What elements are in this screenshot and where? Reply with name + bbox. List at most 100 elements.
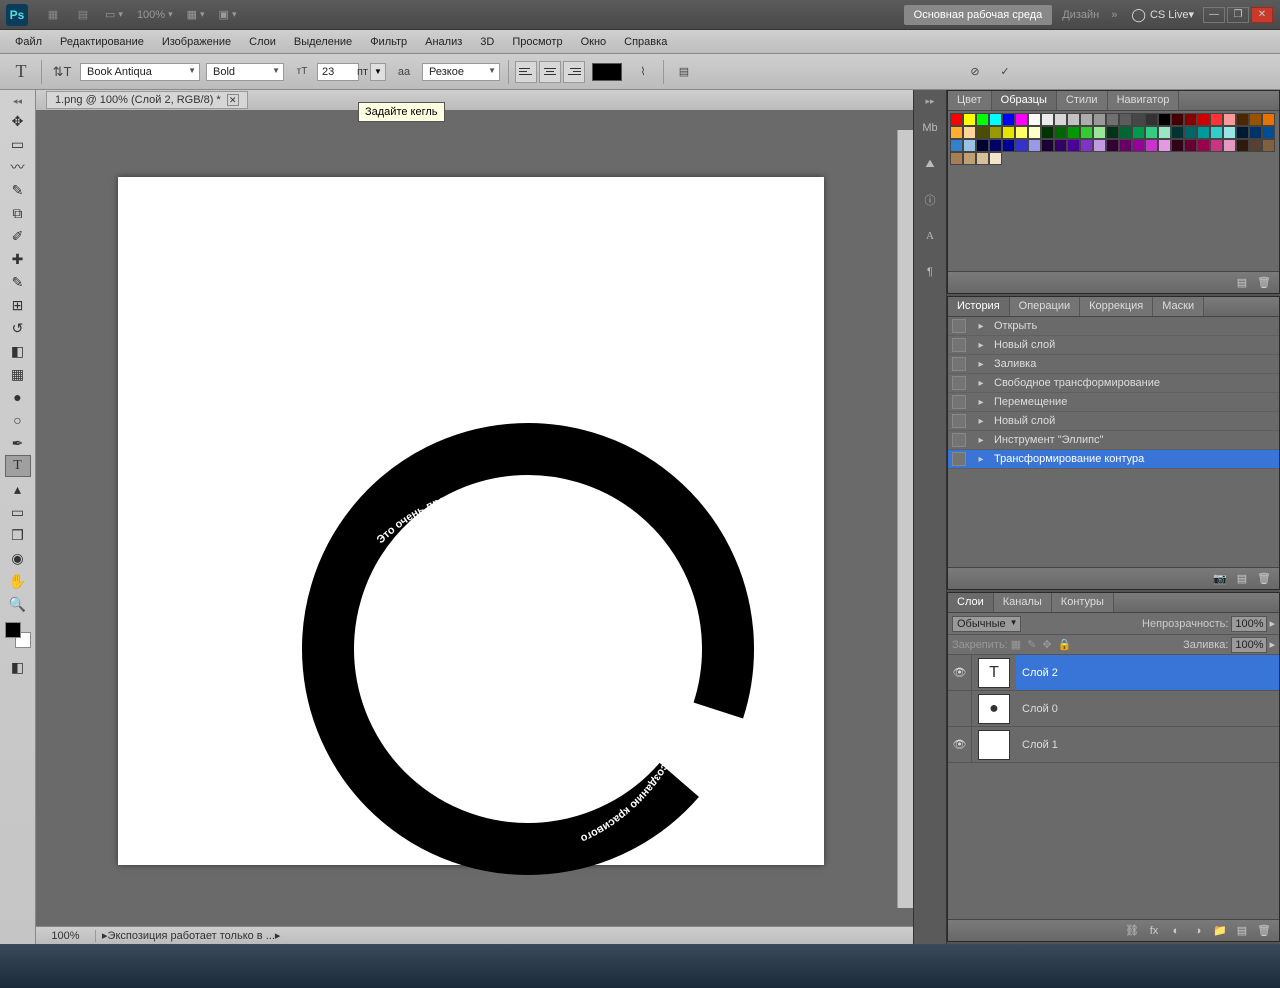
workspace-design-label[interactable]: Дизайн (1062, 9, 1099, 21)
swatch[interactable] (963, 113, 976, 126)
layer-visibility-icon[interactable] (948, 691, 972, 727)
swatch[interactable] (963, 139, 976, 152)
swatch[interactable] (1210, 113, 1223, 126)
layer-link-icon[interactable]: ⛓ (1123, 923, 1141, 939)
zoom-level-dropdown[interactable]: 100% (133, 7, 177, 23)
layer-visibility-icon[interactable]: 👁 (948, 655, 972, 691)
layer-name[interactable]: Слой 0 (1016, 691, 1279, 726)
text-tool-preset-icon[interactable]: T (8, 59, 34, 85)
history-new-icon[interactable]: ▤ (1233, 571, 1251, 587)
quick-mask-icon[interactable]: ◧ (5, 656, 31, 678)
swatch[interactable] (989, 113, 1002, 126)
swatch[interactable] (1041, 113, 1054, 126)
document-tab[interactable]: 1.png @ 100% (Слой 2, RGB/8) * ✕ (46, 91, 248, 109)
gradient-tool[interactable]: ▦ (5, 363, 31, 385)
swatch[interactable] (1093, 113, 1106, 126)
menu-view[interactable]: Просмотр (503, 33, 571, 51)
os-taskbar[interactable] (0, 944, 1280, 988)
crop-tool[interactable]: ⧉ (5, 202, 31, 224)
swatch[interactable] (1054, 139, 1067, 152)
layer-name[interactable]: Слой 1 (1016, 727, 1279, 762)
swatch[interactable] (1015, 126, 1028, 139)
font-size-dropdown-button[interactable]: ▼ (370, 63, 386, 81)
text-orientation-icon[interactable]: ⇅T (49, 59, 75, 85)
warp-text-icon[interactable]: ⌇ (630, 59, 656, 85)
swatch[interactable] (976, 139, 989, 152)
foreground-color-swatch[interactable] (5, 622, 21, 638)
swatch[interactable] (1145, 139, 1158, 152)
swatch[interactable] (1080, 139, 1093, 152)
3d-tool[interactable]: ❒ (5, 524, 31, 546)
circular-text-path[interactable]: Это очень простой и полезный прием, кото… (288, 409, 768, 889)
shape-tool[interactable]: ▭ (5, 501, 31, 523)
swatch[interactable] (1054, 113, 1067, 126)
path-select-tool[interactable]: ▴ (5, 478, 31, 500)
history-brush-tool[interactable]: ↺ (5, 317, 31, 339)
swatch[interactable] (1158, 126, 1171, 139)
blend-mode-dropdown[interactable]: Обычные (952, 616, 1021, 632)
swatches-grid[interactable] (950, 113, 1277, 165)
menu-image[interactable]: Изображение (153, 33, 240, 51)
swatch[interactable] (1184, 126, 1197, 139)
layer-row[interactable]: ●Слой 0 (948, 691, 1279, 727)
swatch[interactable] (1041, 139, 1054, 152)
swatch[interactable] (1119, 139, 1132, 152)
swatch[interactable] (1067, 139, 1080, 152)
blur-tool[interactable]: ● (5, 386, 31, 408)
tab-styles[interactable]: Стили (1057, 91, 1108, 110)
delete-swatch-icon[interactable]: 🗑 (1255, 275, 1273, 291)
status-info[interactable]: ▸ Экспозиция работает только в ... ▸ (96, 929, 286, 942)
swatch[interactable] (1106, 139, 1119, 152)
swatch[interactable] (1067, 113, 1080, 126)
tab-swatches[interactable]: Образцы (992, 91, 1057, 110)
swatch[interactable] (1262, 113, 1275, 126)
menu-select[interactable]: Выделение (285, 33, 361, 51)
swatch[interactable] (1249, 139, 1262, 152)
menu-3d[interactable]: 3D (471, 33, 503, 51)
close-button[interactable]: ✕ (1251, 7, 1273, 23)
lock-all-icon[interactable]: 🔒 (1058, 638, 1072, 651)
cs-live-button[interactable]: CS Live ▾ (1131, 7, 1194, 23)
brush-tool[interactable]: ✎ (5, 271, 31, 293)
menu-edit[interactable]: Редактирование (51, 33, 153, 51)
layer-row[interactable]: 👁Слой 1 (948, 727, 1279, 763)
menu-layers[interactable]: Слои (240, 33, 285, 51)
swatch[interactable] (1106, 113, 1119, 126)
swatch[interactable] (1262, 126, 1275, 139)
history-item[interactable]: ▸Заливка (948, 355, 1279, 374)
swatch[interactable] (1262, 139, 1275, 152)
3d-camera-tool[interactable]: ◉ (5, 547, 31, 569)
font-style-dropdown[interactable]: Bold (206, 63, 284, 81)
lock-pixels-icon[interactable]: ✎ (1027, 638, 1036, 651)
swatch[interactable] (1171, 139, 1184, 152)
swatch[interactable] (976, 152, 989, 165)
opacity-input[interactable]: 100% (1231, 616, 1267, 632)
hand-tool[interactable]: ✋ (5, 570, 31, 592)
history-item[interactable]: ▸Свободное трансформирование (948, 374, 1279, 393)
info-panel-icon[interactable]: ⓘ (917, 187, 943, 213)
swatch[interactable] (1145, 113, 1158, 126)
zoom-tool[interactable]: 🔍 (5, 593, 31, 615)
history-item[interactable]: ▸Инструмент "Эллипс" (948, 431, 1279, 450)
swatch[interactable] (1210, 139, 1223, 152)
fill-input[interactable]: 100% (1231, 637, 1267, 653)
minimize-button[interactable]: ― (1203, 7, 1225, 23)
align-left-button[interactable] (515, 61, 537, 83)
launch-bridge-icon[interactable]: ▦ (41, 5, 65, 25)
swatch[interactable] (1028, 126, 1041, 139)
menu-help[interactable]: Справка (615, 33, 676, 51)
layer-delete-icon[interactable]: 🗑 (1255, 923, 1273, 939)
type-tool[interactable]: T (5, 455, 31, 477)
tab-history[interactable]: История (948, 297, 1010, 316)
swatch[interactable] (1041, 126, 1054, 139)
histogram-panel-icon[interactable]: ⛰ (917, 151, 943, 177)
swatch[interactable] (989, 152, 1002, 165)
swatch[interactable] (1093, 139, 1106, 152)
workspace-more-icon[interactable]: » (1111, 9, 1117, 21)
history-delete-icon[interactable]: 🗑 (1255, 571, 1273, 587)
swatch[interactable] (963, 152, 976, 165)
swatch[interactable] (1028, 139, 1041, 152)
layer-thumbnail[interactable] (978, 730, 1010, 760)
mini-bridge-icon[interactable]: ▤ (71, 5, 95, 25)
swatch[interactable] (1067, 126, 1080, 139)
